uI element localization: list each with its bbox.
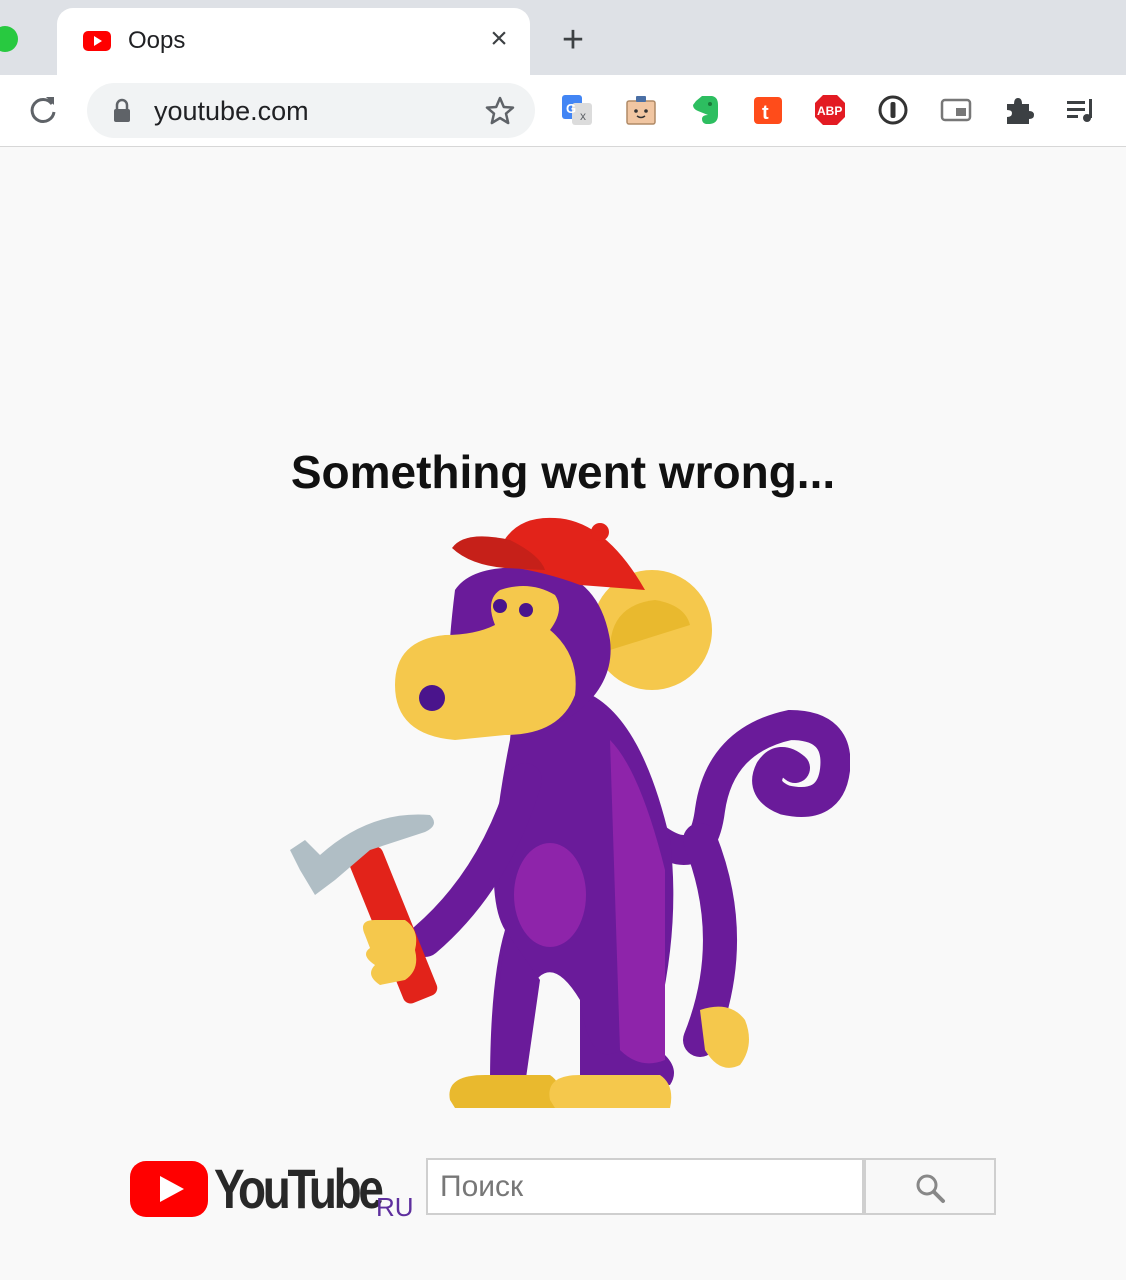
reload-icon[interactable] (26, 93, 60, 127)
new-tab-button[interactable]: + (555, 21, 591, 59)
region-label: RU (376, 1192, 414, 1222)
svg-text:t: t (762, 102, 769, 124)
onepassword-icon[interactable] (876, 93, 910, 127)
bookmark-star-icon[interactable] (484, 95, 516, 127)
playlist-icon[interactable] (1064, 93, 1098, 127)
address-url[interactable]: youtube.com (154, 96, 309, 127)
browser-toolbar: youtube.com G x t ABP (0, 75, 1126, 147)
search-icon (916, 1174, 945, 1203)
toggl-icon[interactable]: t (751, 93, 785, 127)
youtube-icon (83, 31, 111, 51)
youtube-play-icon (130, 1161, 208, 1217)
picture-in-picture-icon[interactable] (939, 93, 973, 127)
svg-text:ABP: ABP (817, 104, 842, 118)
youtube-logo[interactable]: YouTube RU (130, 1157, 420, 1224)
monkey-with-hammer-illustration (290, 517, 850, 1108)
lock-icon (114, 98, 130, 122)
tab-strip: Oops × + (0, 0, 1126, 75)
tab-title: Oops (128, 27, 186, 54)
error-heading: Something went wrong... (290, 446, 836, 498)
google-translate-icon[interactable]: G x (560, 93, 594, 127)
svg-text:x: x (580, 109, 586, 123)
tab-oops[interactable]: Oops × (57, 8, 530, 75)
adblock-plus-icon[interactable]: ABP (813, 93, 847, 127)
search-button[interactable] (864, 1158, 996, 1215)
address-bar[interactable]: youtube.com (87, 83, 535, 138)
search-input[interactable] (426, 1158, 864, 1215)
toolbox-icon[interactable] (624, 93, 658, 127)
evernote-icon[interactable] (688, 93, 722, 127)
svg-text:G: G (566, 101, 576, 116)
window-zoom-button[interactable] (0, 26, 18, 52)
tab-close-button[interactable]: × (482, 22, 516, 56)
youtube-wordmark: YouTube (214, 1157, 384, 1220)
puzzle-extensions-icon[interactable] (1002, 93, 1036, 127)
